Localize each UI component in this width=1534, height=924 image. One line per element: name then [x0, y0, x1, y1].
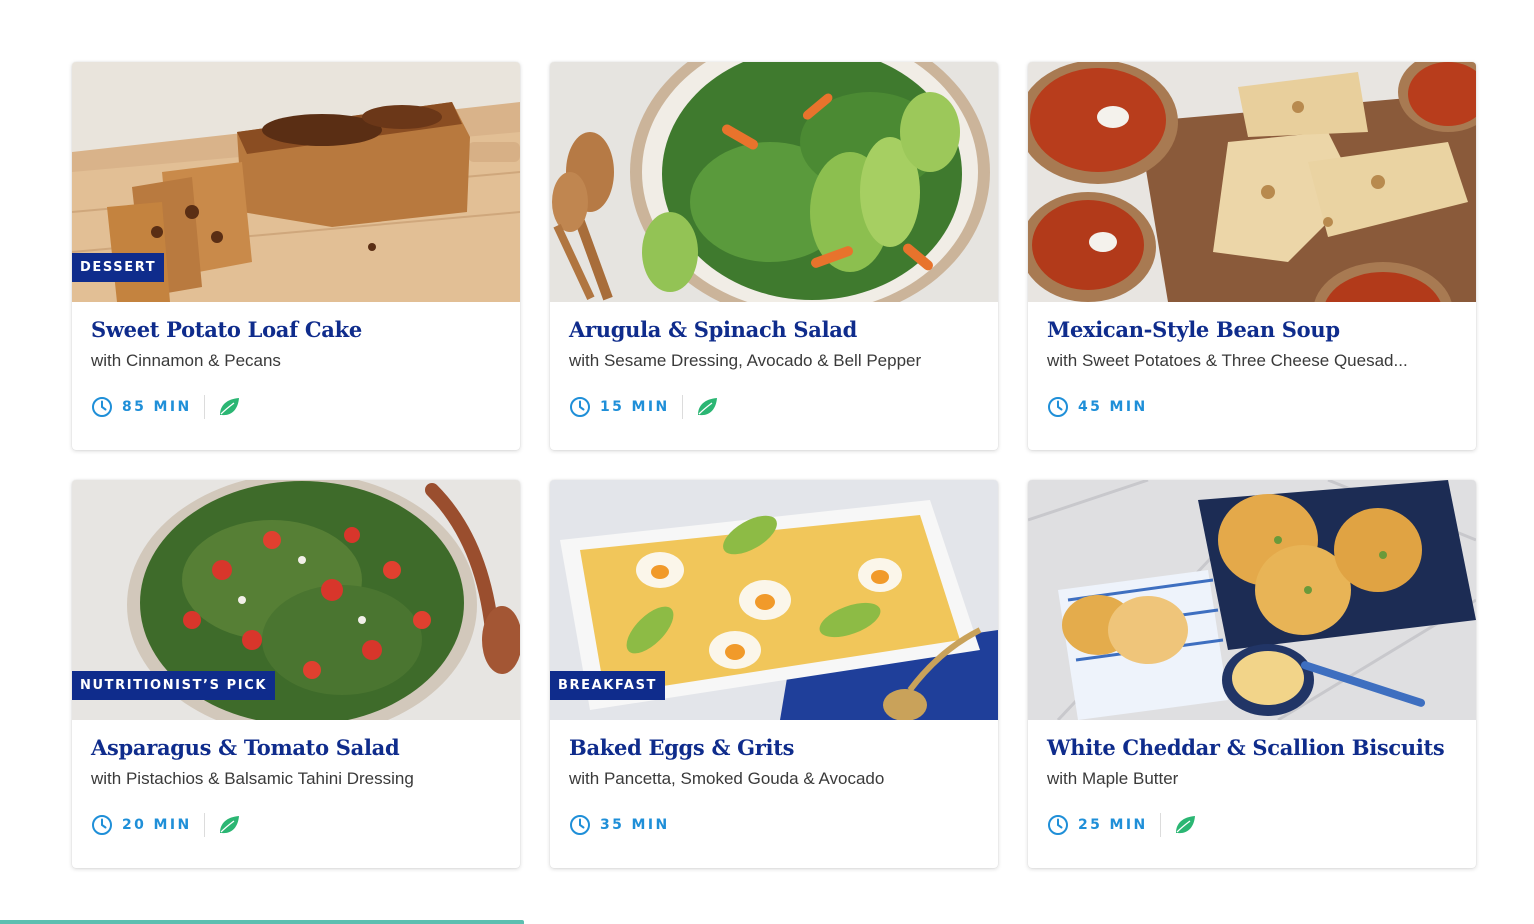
- cook-time-label: 15 MIN: [600, 399, 670, 415]
- recipe-subtitle: with Cinnamon & Pecans: [91, 351, 281, 370]
- recipe-card[interactable]: BREAKFAST Baked Eggs & Grits with Pancet…: [550, 480, 998, 868]
- cook-time-label: 25 MIN: [1078, 817, 1148, 833]
- recipe-meta: 15 MIN: [569, 394, 979, 420]
- recipe-subtitle: with Maple Butter: [1047, 769, 1179, 788]
- cook-time: 45 MIN: [1047, 396, 1148, 418]
- leaf-icon: [697, 398, 717, 416]
- recipe-card[interactable]: Mexican-Style Bean Soup with Sweet Potat…: [1028, 62, 1476, 450]
- bean-soup-image: [1028, 62, 1476, 302]
- clock-icon: [92, 815, 112, 835]
- recipe-meta: 20 MIN: [91, 812, 501, 838]
- recipe-meta: 25 MIN: [1047, 812, 1457, 838]
- leaf-icon: [1175, 816, 1195, 834]
- category-badge: BREAKFAST: [550, 671, 666, 700]
- recipe-grid: DESSERT Sweet Potato Loaf Cake with Cinn…: [72, 62, 1476, 868]
- cook-time-label: 35 MIN: [600, 817, 670, 833]
- page-progress-bar: [0, 920, 524, 924]
- clock-icon: [1048, 815, 1068, 835]
- recipe-meta: 35 MIN: [569, 812, 979, 838]
- recipe-subtitle: with Pancetta, Smoked Gouda & Avocado: [569, 769, 885, 788]
- recipe-title[interactable]: Asparagus & Tomato Salad: [91, 734, 501, 762]
- cook-time-label: 85 MIN: [122, 399, 192, 415]
- meta-divider: [1159, 813, 1161, 837]
- recipe-image[interactable]: [550, 62, 998, 302]
- recipe-title[interactable]: Arugula & Spinach Salad: [569, 316, 979, 344]
- recipe-card[interactable]: Arugula & Spinach Salad with Sesame Dres…: [550, 62, 998, 450]
- meta-divider: [681, 395, 683, 419]
- recipe-meta: 45 MIN: [1047, 394, 1457, 420]
- recipe-image[interactable]: [1028, 480, 1476, 720]
- recipe-subtitle: with Sweet Potatoes & Three Cheese Quesa…: [1047, 351, 1408, 370]
- recipe-title[interactable]: Mexican-Style Bean Soup: [1047, 316, 1457, 344]
- recipe-image[interactable]: [1028, 62, 1476, 302]
- recipe-subtitle: with Pistachios & Balsamic Tahini Dressi…: [91, 769, 414, 788]
- recipe-image[interactable]: DESSERT: [72, 62, 520, 302]
- clock-icon: [570, 397, 590, 417]
- recipe-image[interactable]: BREAKFAST: [550, 480, 998, 720]
- cook-time: 15 MIN: [569, 396, 670, 418]
- recipe-title[interactable]: White Cheddar & Scallion Biscuits: [1047, 734, 1457, 762]
- clock-icon: [1048, 397, 1068, 417]
- cook-time: 25 MIN: [1047, 814, 1148, 836]
- recipe-card[interactable]: White Cheddar & Scallion Biscuits with M…: [1028, 480, 1476, 868]
- leaf-icon: [219, 398, 239, 416]
- cook-time: 85 MIN: [91, 396, 192, 418]
- recipe-meta: 85 MIN: [91, 394, 501, 420]
- meta-divider: [203, 813, 205, 837]
- category-badge: NUTRITIONIST’S PICK: [72, 671, 276, 700]
- cook-time: 35 MIN: [569, 814, 670, 836]
- leaf-icon: [219, 816, 239, 834]
- recipe-subtitle: with Sesame Dressing, Avocado & Bell Pep…: [569, 351, 922, 370]
- clock-icon: [92, 397, 112, 417]
- cook-time-label: 45 MIN: [1078, 399, 1148, 415]
- recipe-card[interactable]: NUTRITIONIST’S PICK Asparagus & Tomato S…: [72, 480, 520, 868]
- meta-divider: [203, 395, 205, 419]
- clock-icon: [570, 815, 590, 835]
- recipe-image[interactable]: NUTRITIONIST’S PICK: [72, 480, 520, 720]
- cook-time: 20 MIN: [91, 814, 192, 836]
- cook-time-label: 20 MIN: [122, 817, 192, 833]
- biscuits-image: [1028, 480, 1476, 720]
- recipe-card[interactable]: DESSERT Sweet Potato Loaf Cake with Cinn…: [72, 62, 520, 450]
- arugula-salad-image: [550, 62, 998, 302]
- recipe-title[interactable]: Baked Eggs & Grits: [569, 734, 979, 762]
- category-badge: DESSERT: [72, 253, 165, 282]
- recipe-title[interactable]: Sweet Potato Loaf Cake: [91, 316, 501, 344]
